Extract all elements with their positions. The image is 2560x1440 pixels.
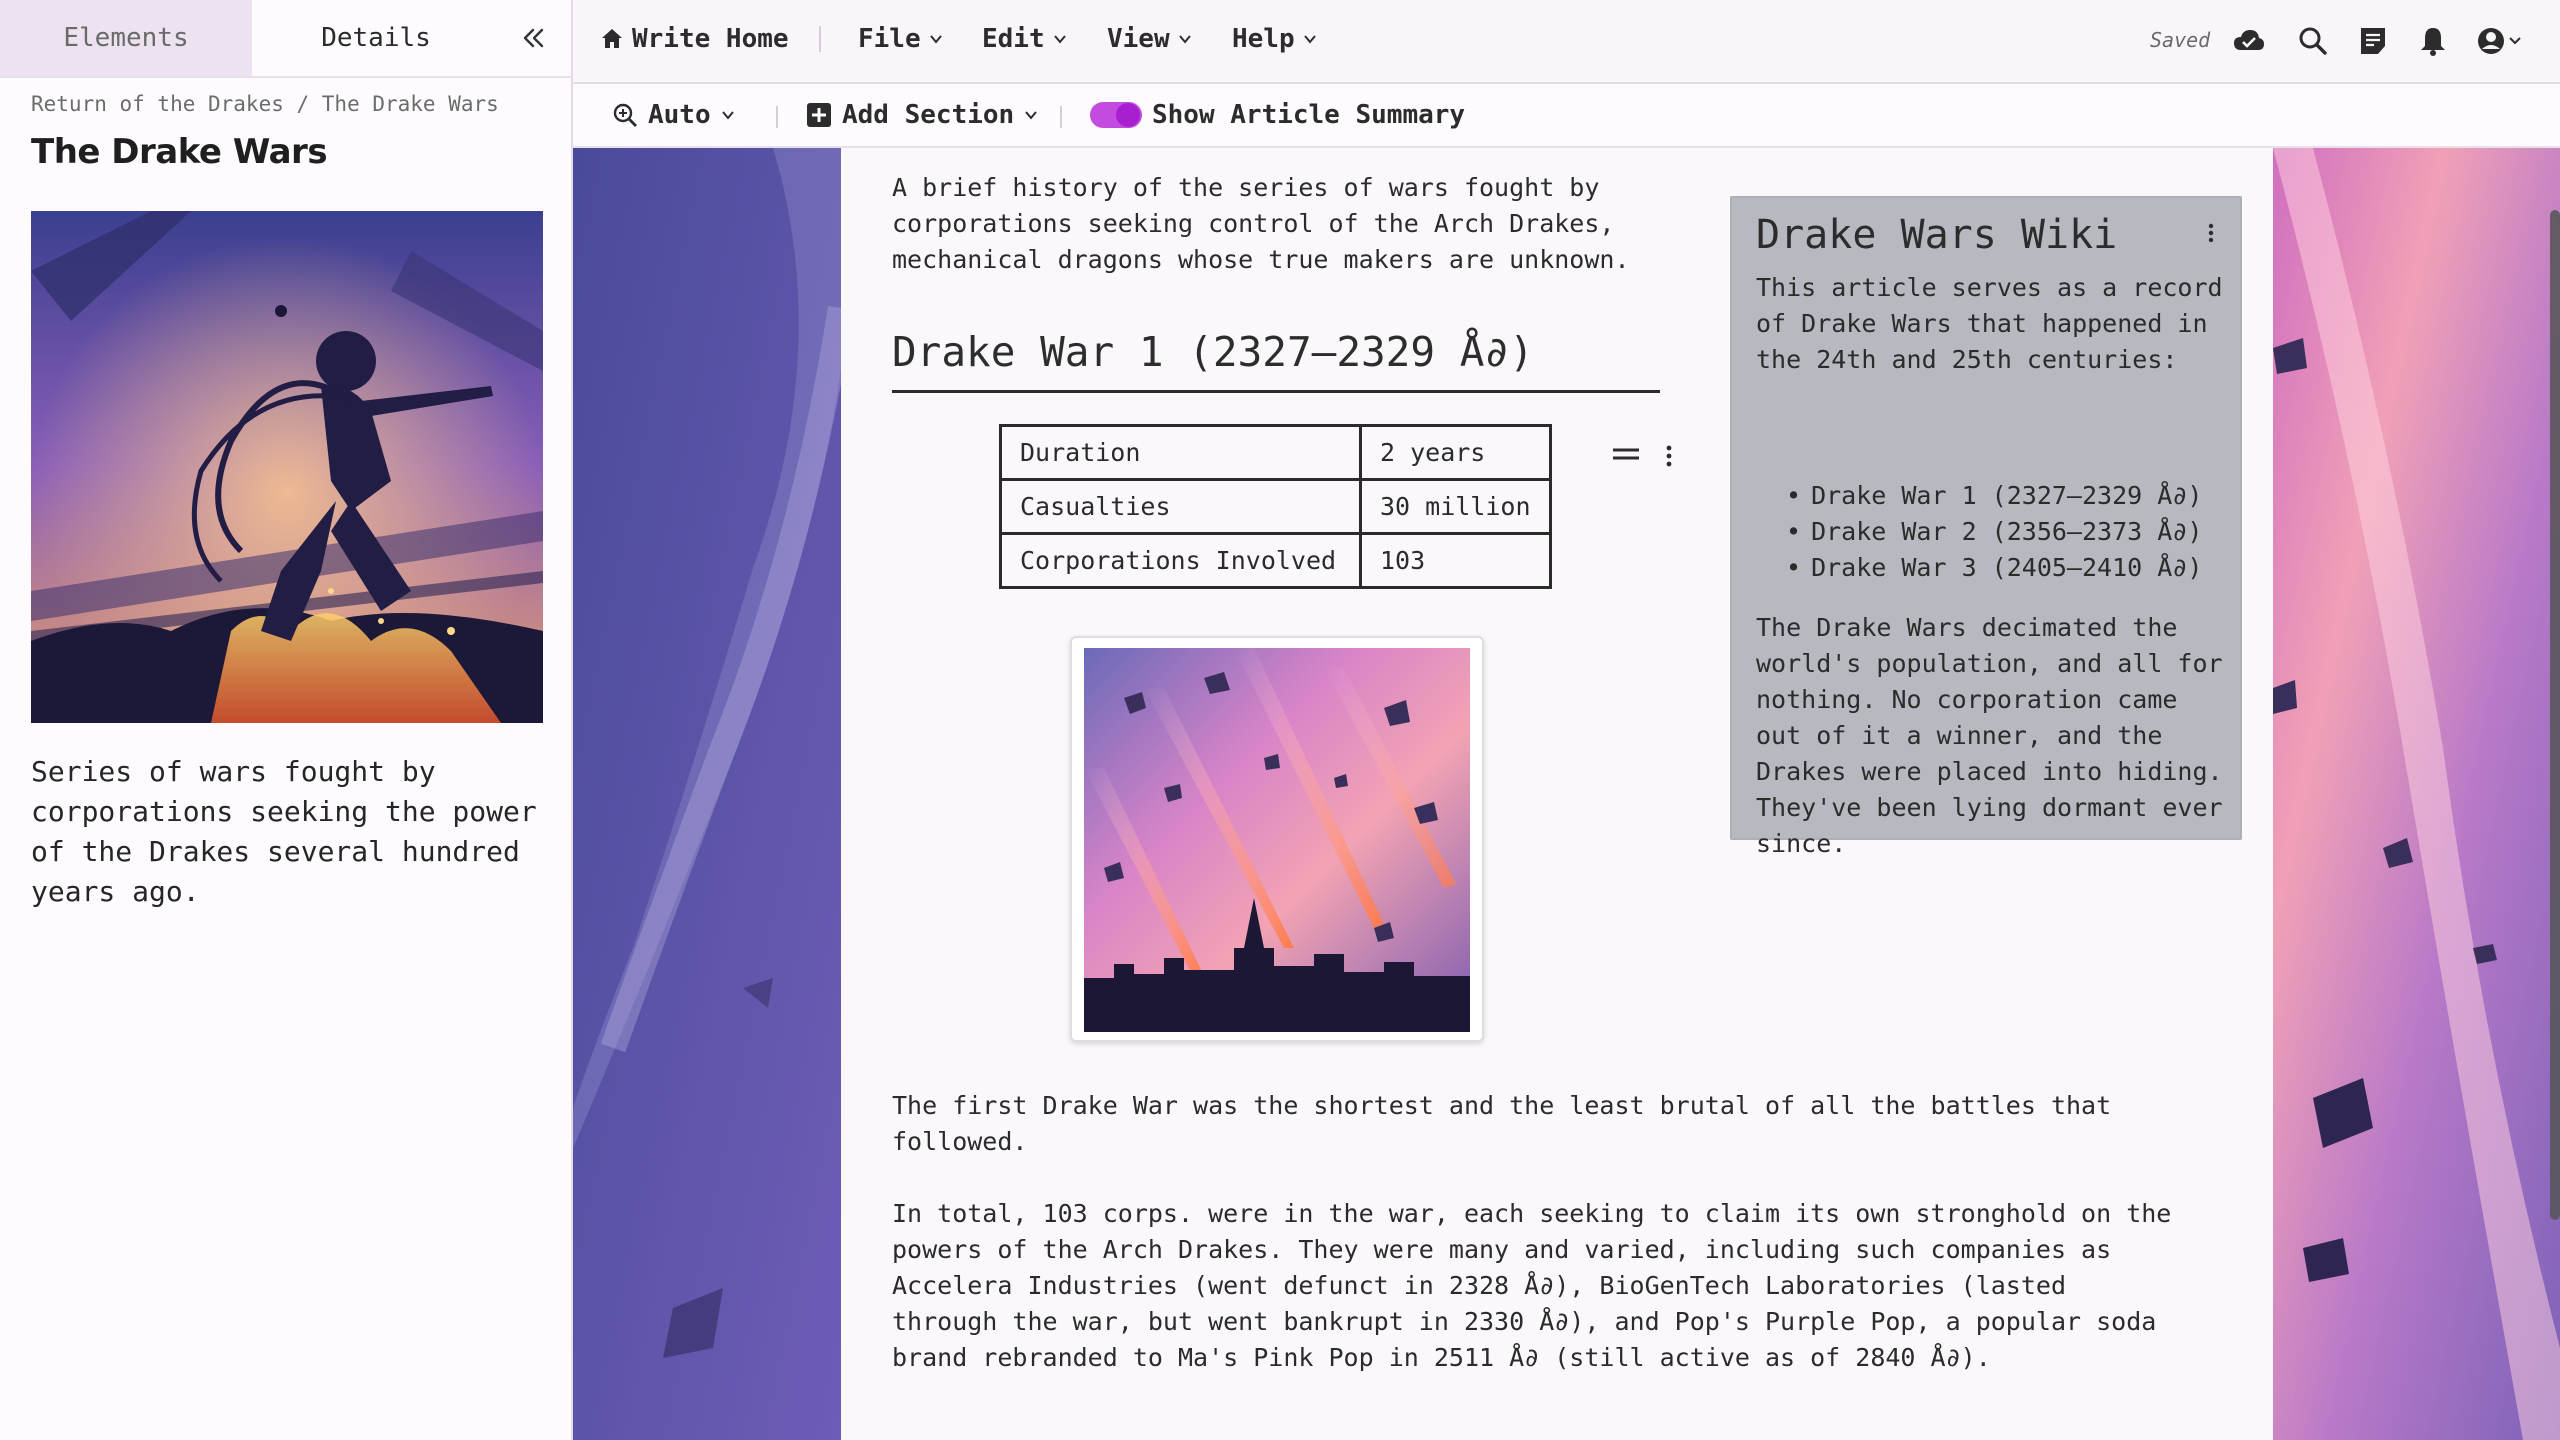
list-item: Drake War 2 (2356–2373 Å∂) xyxy=(1786,514,2202,550)
home-icon xyxy=(602,29,622,48)
menu-edit[interactable]: Edit xyxy=(982,24,1067,54)
menu-file[interactable]: File xyxy=(858,24,943,54)
article-cover-image[interactable] xyxy=(31,211,543,723)
article-figure[interactable] xyxy=(1070,636,1484,1042)
details-sidebar: Elements Details Return of the Drakes / … xyxy=(0,0,573,1440)
table-value[interactable]: 103 xyxy=(1359,532,1552,589)
background-art-left xyxy=(573,148,841,1440)
article-paragraph[interactable]: The first Drake War was the shortest and… xyxy=(892,1088,2182,1160)
divider xyxy=(819,26,821,52)
article-description: Series of wars fought by corporations se… xyxy=(31,755,537,908)
tab-elements[interactable]: Elements xyxy=(0,0,252,76)
more-vertical-icon[interactable] xyxy=(2204,222,2218,244)
account-icon[interactable] xyxy=(2476,24,2526,58)
article-intro[interactable]: A brief history of the series of wars fo… xyxy=(892,170,1652,278)
chevron-down-icon xyxy=(929,35,942,44)
list-item: Drake War 1 (2327–2329 Å∂) xyxy=(1786,478,2202,514)
breadcrumb[interactable]: Return of the Drakes / The Drake Wars xyxy=(31,92,499,116)
table-row: Duration 2 years xyxy=(999,424,1552,481)
article-title: The Drake Wars xyxy=(31,132,328,172)
top-menu-bar: Write Home File Edit View Help Saved xyxy=(573,0,2560,84)
divider xyxy=(1060,106,1062,128)
table-value[interactable]: 2 years xyxy=(1359,424,1552,481)
table-row: Casualties 30 million xyxy=(999,478,1552,535)
background-art-right xyxy=(2273,148,2560,1440)
table-value[interactable]: 30 million xyxy=(1359,478,1552,535)
summary-title: Drake Wars Wiki xyxy=(1756,212,2118,258)
article-summary-toggle[interactable]: Show Article Summary xyxy=(1090,100,1465,130)
bell-icon[interactable] xyxy=(2416,24,2450,58)
toggle-switch[interactable] xyxy=(1090,102,1142,128)
more-vertical-icon[interactable] xyxy=(1661,444,1677,468)
add-section-button[interactable]: Add Section xyxy=(806,100,1038,130)
chevron-down-icon xyxy=(1178,35,1191,44)
menu-view[interactable]: View xyxy=(1107,24,1192,54)
drag-handle-icon[interactable] xyxy=(1611,444,1641,464)
scrollbar[interactable] xyxy=(2550,210,2560,1220)
notes-icon[interactable] xyxy=(2356,24,2390,58)
article-paragraph[interactable]: In total, 103 corps. were in the war, ea… xyxy=(892,1196,2182,1376)
search-icon[interactable] xyxy=(2296,24,2330,58)
menu-file-label: File xyxy=(858,24,921,54)
editor-toolbar: Auto Add Section Show Article Summary xyxy=(573,84,2560,148)
article-page: A brief history of the series of wars fo… xyxy=(841,148,2273,1440)
editor-canvas: A brief history of the series of wars fo… xyxy=(573,148,2560,1440)
sidebar-tabs: Elements Details xyxy=(0,0,571,78)
chevron-down-icon xyxy=(721,111,734,120)
menu-view-label: View xyxy=(1107,24,1170,54)
zoom-select[interactable]: Auto xyxy=(612,100,735,130)
menu-help-label: Help xyxy=(1232,24,1295,54)
menu-help[interactable]: Help xyxy=(1232,24,1317,54)
divider xyxy=(776,106,778,128)
write-home-button[interactable]: Write Home xyxy=(600,24,789,54)
table-row: Corporations Involved 103 xyxy=(999,532,1552,589)
list-item: Drake War 3 (2405–2410 Å∂) xyxy=(1786,550,2202,586)
tab-details[interactable]: Details xyxy=(252,0,500,76)
summary-intro: This article serves as a record of Drake… xyxy=(1756,273,2223,374)
table-key[interactable]: Corporations Involved xyxy=(999,532,1362,589)
summary-list: Drake War 1 (2327–2329 Å∂) Drake War 2 (… xyxy=(1786,478,2202,586)
chevron-down-icon xyxy=(1303,35,1316,44)
chevron-down-icon xyxy=(1053,35,1066,44)
chevrons-left-icon[interactable] xyxy=(517,22,549,54)
article-summary-panel[interactable]: Drake Wars Wiki This article serves as a… xyxy=(1730,196,2242,858)
menu-edit-label: Edit xyxy=(982,24,1045,54)
cloud-check-icon xyxy=(2234,30,2264,50)
table-key[interactable]: Duration xyxy=(999,424,1362,481)
chevron-down-icon xyxy=(1025,111,1037,120)
add-section-label: Add Section xyxy=(842,100,1015,130)
zoom-label: Auto xyxy=(648,100,711,130)
save-status: Saved xyxy=(2150,28,2211,52)
meteor-city-image xyxy=(1084,648,1470,1032)
zoom-icon xyxy=(613,103,637,127)
war-stats-table[interactable]: Duration 2 years Casualties 30 million C… xyxy=(999,424,1552,589)
section-heading[interactable]: Drake War 1 (2327–2329 Å∂) xyxy=(892,328,1660,393)
add-box-icon xyxy=(807,103,831,127)
summary-body: The Drake Wars decimated the world's pop… xyxy=(1756,613,2223,858)
table-key[interactable]: Casualties xyxy=(999,478,1362,535)
summary-toggle-label: Show Article Summary xyxy=(1152,100,1466,130)
write-home-label: Write Home xyxy=(632,24,789,54)
